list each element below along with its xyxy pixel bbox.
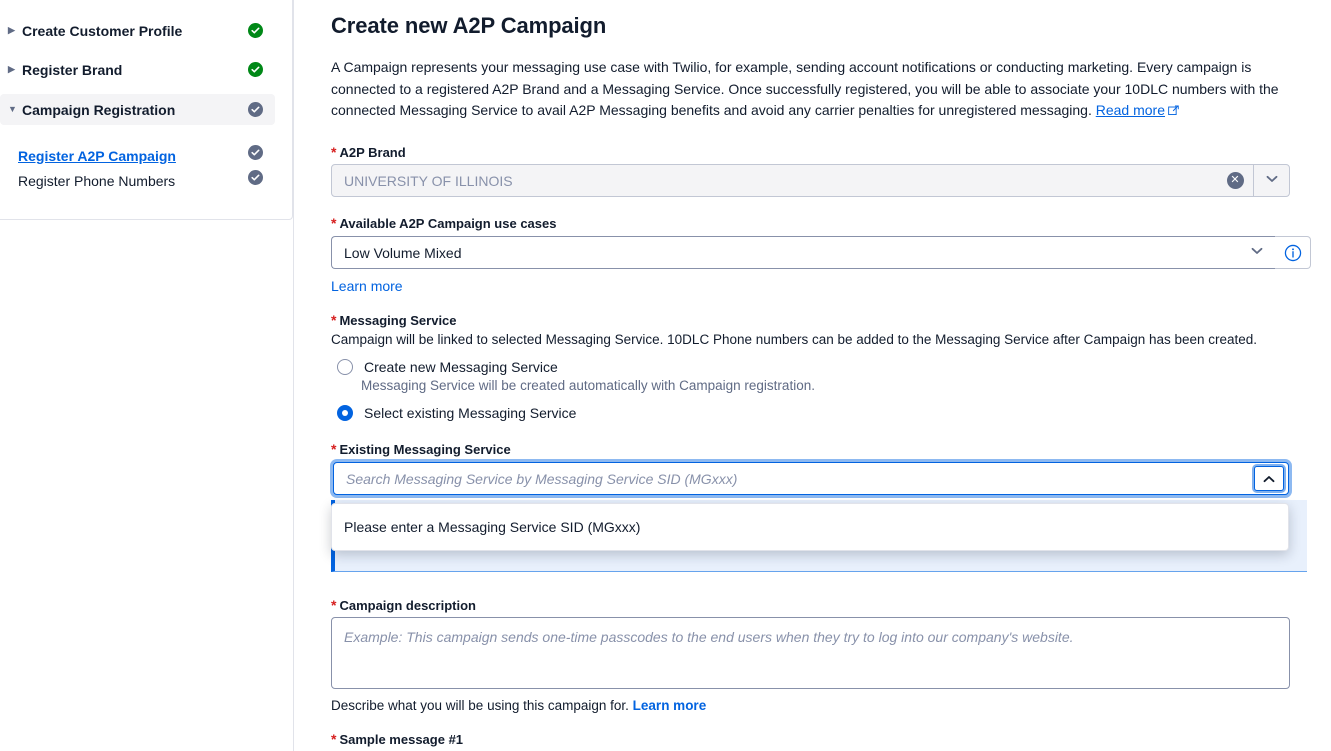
sidebar-item-create-customer-profile[interactable]: ▶ Create Customer Profile [0,15,275,46]
existing-messaging-service-input[interactable]: Search Messaging Service by Messaging Se… [334,463,1254,494]
radio-label: Create new Messaging Service [364,359,558,375]
status-check-icon [248,170,263,185]
dropdown-empty-message: Please enter a Messaging Service SID (MG… [332,504,1288,550]
a2p-brand-label-text: A2P Brand [339,145,405,160]
use-cases-value: Low Volume Mixed [332,237,1239,268]
wizard-sidebar: ▶ Create Customer Profile ▶ Register Bra… [0,0,294,751]
chevron-right-icon[interactable]: ▶ [8,65,22,74]
existing-messaging-service-combobox[interactable]: Search Messaging Service by Messaging Se… [333,462,1289,495]
use-cases-dropdown-toggle[interactable] [1239,237,1275,268]
campaign-description-textarea[interactable] [331,617,1290,689]
a2p-brand-clear-button[interactable]: ✕ [1217,165,1253,196]
existing-messaging-service-toggle[interactable] [1254,466,1284,491]
page-title: Create new A2P Campaign [331,13,606,39]
use-cases-learn-more-link[interactable]: Learn more [331,277,403,295]
use-cases-label-text: Available A2P Campaign use cases [339,216,556,231]
required-marker: * [331,215,336,231]
chevron-right-icon[interactable]: ▶ [8,26,22,35]
sidebar-item-register-phone-numbers[interactable]: Register Phone Numbers [0,165,275,196]
campaign-description-helper-text: Describe what you will be using this cam… [331,698,629,713]
status-check-icon [248,145,263,160]
sidebar-item-label: Register Brand [22,62,275,78]
sidebar-item-label: Register Phone Numbers [18,173,275,189]
use-cases-info-button[interactable] [1275,236,1311,269]
required-marker: * [331,441,336,457]
use-cases-label: *Available A2P Campaign use cases [331,216,556,231]
chevron-down-icon[interactable]: ▼ [8,105,22,114]
external-link-icon [1168,105,1179,116]
search-input-placeholder: Search Messaging Service by Messaging Se… [346,471,737,487]
radio-icon[interactable] [337,405,353,421]
sidebar-item-label: Create Customer Profile [22,23,275,39]
campaign-description-label-text: Campaign description [339,598,476,613]
radio-select-existing-messaging-service[interactable]: Select existing Messaging Service [337,405,576,421]
a2p-brand-select[interactable]: UNIVERSITY OF ILLINOIS ✕ [331,164,1290,197]
sidebar-item-campaign-registration[interactable]: ▼ Campaign Registration [0,94,275,125]
a2p-brand-dropdown-toggle[interactable] [1253,165,1289,196]
messaging-service-label: *Messaging Service [331,313,457,328]
required-marker: * [331,312,336,328]
a2p-brand-label: *A2P Brand [331,145,406,160]
existing-messaging-service-label-text: Existing Messaging Service [339,442,510,457]
page-intro: A Campaign represents your messaging use… [331,57,1307,122]
sidebar-item-label: Campaign Registration [22,102,275,118]
campaign-description-label: *Campaign description [331,598,476,613]
required-marker: * [331,597,336,613]
info-icon [1284,244,1302,262]
existing-messaging-service-dropdown[interactable]: Please enter a Messaging Service SID (MG… [331,503,1289,551]
sample-message-label: *Sample message #1 [331,732,463,747]
status-check-icon [248,62,263,77]
campaign-description-learn-more-link[interactable]: Learn more [633,698,707,713]
status-check-icon [248,23,263,38]
sidebar-item-label[interactable]: Register A2P Campaign [18,148,275,164]
a2p-brand-value: UNIVERSITY OF ILLINOIS [332,165,1217,196]
sample-message-label-text: Sample message #1 [339,732,463,747]
close-icon: ✕ [1227,172,1244,189]
use-cases-select[interactable]: Low Volume Mixed [331,236,1275,269]
chevron-down-icon [1266,175,1278,186]
read-more-link[interactable]: Read more [1096,102,1165,118]
required-marker: * [331,731,336,747]
messaging-service-help-text: Campaign will be linked to selected Mess… [331,331,1291,349]
existing-messaging-service-label: *Existing Messaging Service [331,442,511,457]
radio-icon[interactable] [337,359,353,375]
status-check-icon [248,102,263,117]
chevron-up-icon [1263,470,1275,488]
radio-create-new-messaging-service[interactable]: Create new Messaging Service [337,359,558,375]
required-marker: * [331,144,336,160]
radio-create-new-sublabel: Messaging Service will be created automa… [361,377,815,395]
radio-label: Select existing Messaging Service [364,405,576,421]
chevron-down-icon [1251,247,1263,258]
campaign-description-helper: Describe what you will be using this cam… [331,697,706,715]
messaging-service-label-text: Messaging Service [339,313,456,328]
sidebar-item-register-brand[interactable]: ▶ Register Brand [0,54,275,85]
